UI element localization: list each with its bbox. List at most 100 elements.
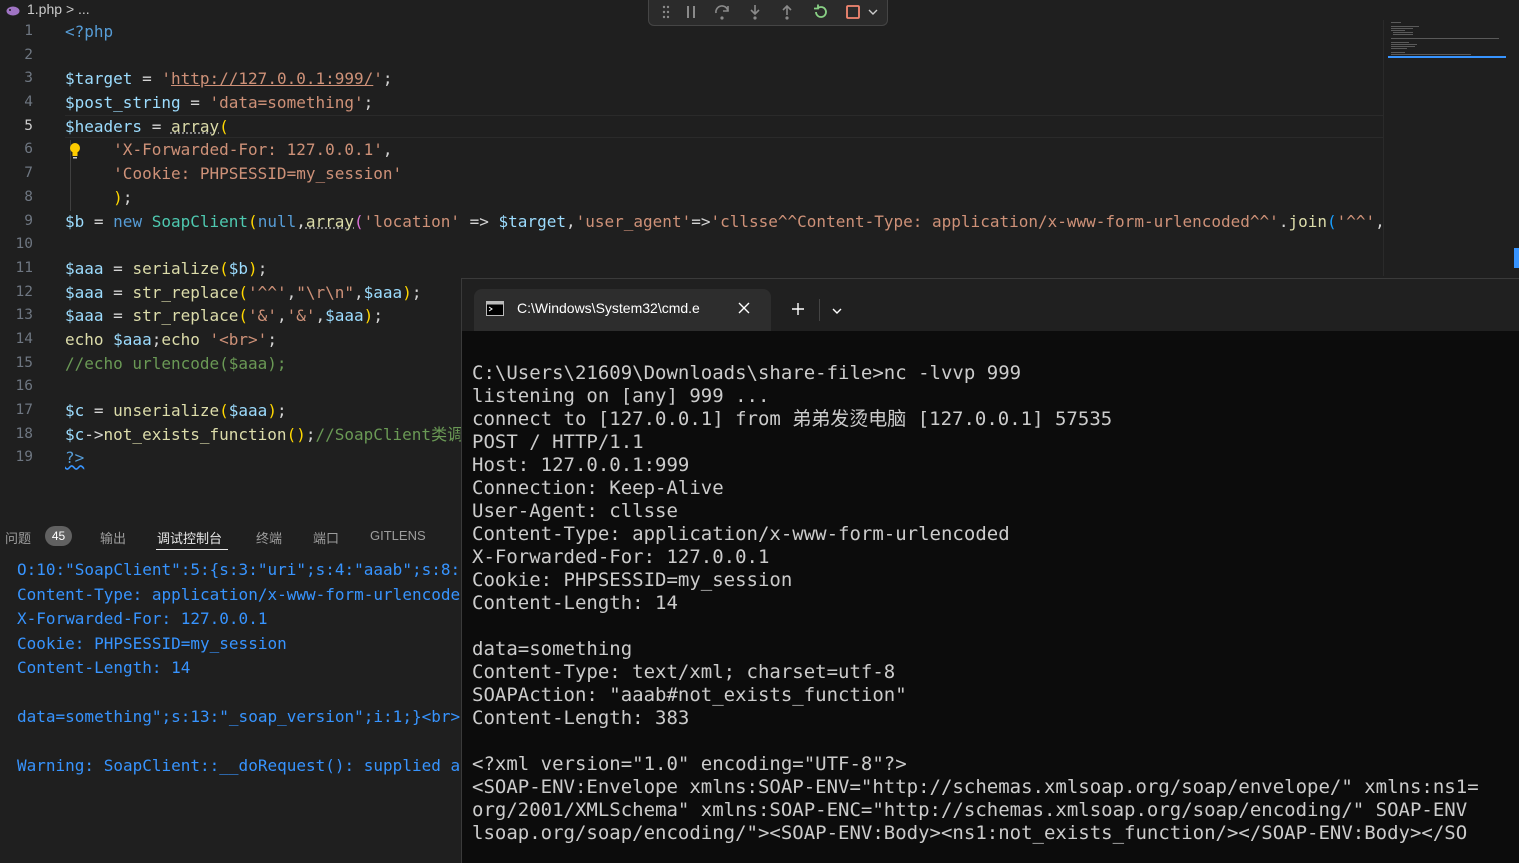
drag-handle-icon[interactable] bbox=[657, 3, 675, 21]
token: '&' bbox=[287, 306, 316, 325]
line-number: 7 bbox=[0, 162, 33, 186]
terminal-output[interactable]: C:\Users\21609\Downloads\share-file>nc -… bbox=[472, 362, 1518, 845]
debug-console-output[interactable]: O:10:"SoapClient":5:{s:3:"uri";s:4:"aaab… bbox=[17, 558, 462, 779]
breadcrumb-file-name: 1.php bbox=[27, 1, 62, 17]
line-number: 10 bbox=[0, 233, 33, 257]
token: '^^' bbox=[248, 283, 287, 302]
stop-icon[interactable] bbox=[844, 3, 862, 21]
new-tab-plus-icon[interactable] bbox=[790, 301, 806, 317]
breadcrumb-separator: > bbox=[66, 1, 74, 17]
restart-icon[interactable] bbox=[812, 3, 830, 21]
token: ; bbox=[123, 188, 133, 207]
token: //echo urlencode($aaa); bbox=[65, 354, 287, 373]
token: $post_string bbox=[65, 93, 181, 112]
titlebar-divider bbox=[819, 299, 820, 321]
line-number: 9 bbox=[0, 210, 33, 234]
line-number-gutter: 1 2 3 4 5 6 7 8 9 10 11 12 13 14 15 16 17 18 19 bbox=[0, 20, 50, 470]
tab-problems[interactable]: 问题 bbox=[5, 528, 31, 547]
token: $b bbox=[65, 212, 84, 231]
token: ; bbox=[373, 306, 383, 325]
token: , bbox=[287, 283, 297, 302]
token: 'user_agent' bbox=[576, 212, 692, 231]
token: $aaa bbox=[229, 401, 268, 420]
line-number: 6 bbox=[0, 138, 33, 162]
token: = bbox=[84, 401, 113, 420]
step-over-icon[interactable] bbox=[713, 3, 731, 21]
breadcrumb-rest: ... bbox=[78, 1, 90, 17]
minimap-slider[interactable] bbox=[1388, 56, 1506, 58]
terminal-line: POST / HTTP/1.1 bbox=[472, 431, 1518, 454]
token: $aaa bbox=[65, 259, 104, 278]
terminal-tab-title: C:\Windows\System32\cmd.e bbox=[517, 300, 729, 316]
token: echo bbox=[65, 330, 104, 349]
token: ( bbox=[238, 306, 248, 325]
terminal-line: Cookie: PHPSESSID=my_session bbox=[472, 569, 1518, 592]
line-number: 1 bbox=[0, 20, 33, 44]
token: serialize bbox=[132, 259, 219, 278]
token: = bbox=[104, 283, 133, 302]
pause-icon[interactable] bbox=[682, 3, 700, 21]
line-number: 2 bbox=[0, 44, 33, 68]
line-number: 18 bbox=[0, 423, 33, 447]
token: '<br>' bbox=[200, 330, 267, 349]
token: , bbox=[1375, 212, 1383, 231]
tab-ports[interactable]: 端口 bbox=[313, 528, 339, 547]
terminal-window: C:\Windows\System32\cmd.e C:\Users\21609… bbox=[461, 278, 1519, 863]
token: ) bbox=[364, 306, 374, 325]
token: $aaa bbox=[104, 330, 152, 349]
token: ; bbox=[383, 69, 393, 88]
terminal-line: <SOAP-ENV:Envelope xmlns:SOAP-ENV="http:… bbox=[472, 776, 1518, 799]
tab-gitlens[interactable]: GITLENS bbox=[370, 528, 426, 543]
token: $headers bbox=[65, 117, 142, 136]
minimap[interactable] bbox=[1383, 20, 1519, 276]
url-link[interactable]: http://127.0.0.1:999/ bbox=[171, 69, 373, 88]
terminal-line: <?xml version="1.0" encoding="UTF-8"?> bbox=[472, 753, 1518, 776]
token: ( bbox=[248, 212, 258, 231]
terminal-line: Content-Type: application/x-www-form-url… bbox=[472, 523, 1518, 546]
token: 'location' bbox=[364, 212, 460, 231]
console-line: Warning: SoapClient::__doRequest(): supp… bbox=[17, 754, 462, 779]
tab-terminal[interactable]: 终端 bbox=[256, 528, 282, 547]
token: ; bbox=[277, 401, 287, 420]
tab-output[interactable]: 输出 bbox=[100, 528, 126, 547]
token: = bbox=[104, 259, 133, 278]
token: => bbox=[691, 212, 710, 231]
token: = bbox=[104, 306, 133, 325]
tab-debug-console[interactable]: 调试控制台 bbox=[157, 528, 222, 547]
step-out-icon[interactable] bbox=[778, 3, 796, 21]
chevron-down-icon[interactable] bbox=[830, 303, 844, 317]
token: 'data=something' bbox=[210, 93, 364, 112]
token: ) bbox=[267, 401, 277, 420]
line-number: 16 bbox=[0, 375, 33, 399]
console-line: X-Forwarded-For: 127.0.0.1 bbox=[17, 607, 462, 632]
token: $c bbox=[65, 401, 84, 420]
scrollbar-marker bbox=[1514, 248, 1519, 268]
console-line bbox=[17, 681, 462, 706]
line-number: 14 bbox=[0, 328, 33, 352]
token: ) bbox=[113, 188, 123, 207]
token: ; bbox=[152, 330, 162, 349]
line-number: 8 bbox=[0, 186, 33, 210]
token: ) bbox=[248, 259, 258, 278]
chevron-down-icon[interactable] bbox=[864, 3, 878, 21]
console-line: Content-Length: 14 bbox=[17, 656, 462, 681]
token: , bbox=[566, 212, 576, 231]
token: ; bbox=[258, 259, 268, 278]
code-line-11: $aaa = serialize($b); bbox=[65, 257, 1383, 281]
token: -> bbox=[84, 425, 103, 444]
code-line-3: $target = 'http://127.0.0.1:999/'; bbox=[65, 67, 1383, 91]
step-into-icon[interactable] bbox=[746, 3, 764, 21]
breadcrumb-file[interactable]: 1.php > ... bbox=[27, 0, 90, 18]
token: . bbox=[1279, 212, 1289, 231]
token: => bbox=[460, 212, 499, 231]
close-icon[interactable] bbox=[736, 300, 752, 316]
problems-count-badge: 45 bbox=[45, 526, 72, 546]
lightbulb-icon[interactable] bbox=[68, 142, 82, 160]
terminal-line: X-Forwarded-For: 127.0.0.1 bbox=[472, 546, 1518, 569]
terminal-tab[interactable]: C:\Windows\System32\cmd.e bbox=[474, 289, 771, 331]
terminal-line: Content-Type: text/xml; charset=utf-8 bbox=[472, 661, 1518, 684]
token: //SoapClient类调 bbox=[315, 425, 463, 444]
terminal-titlebar: C:\Windows\System32\cmd.e bbox=[462, 279, 1519, 331]
token: $aaa bbox=[364, 283, 403, 302]
token: str_replace bbox=[132, 283, 238, 302]
